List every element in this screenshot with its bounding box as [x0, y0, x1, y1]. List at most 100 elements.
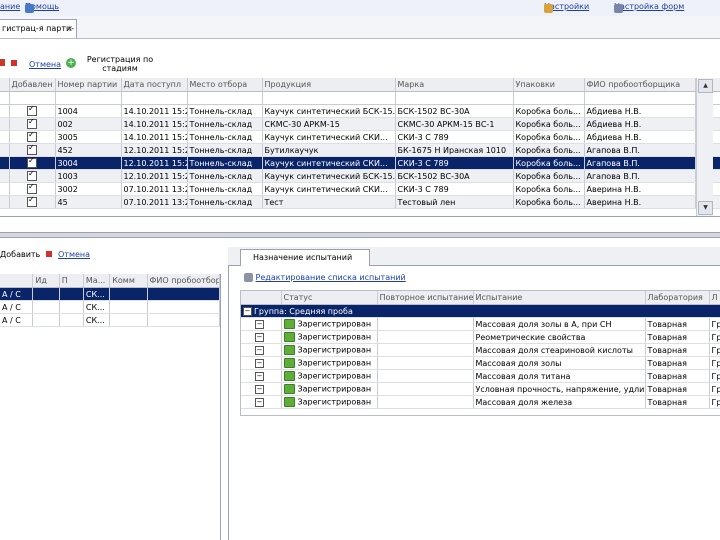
batch-number-cell[interactable]: 1003: [55, 169, 122, 183]
filter-cell[interactable]: [121, 91, 188, 105]
sample-cell-c[interactable]: [59, 287, 84, 301]
sample-cell-d[interactable]: СК...: [83, 300, 111, 314]
horizontal-splitter[interactable]: [0, 232, 720, 238]
col-header-sampler-name[interactable]: ФИО пробоотборщ...: [147, 274, 220, 288]
col-header-test[interactable]: Испытание: [473, 291, 646, 305]
date-cell[interactable]: 14.10.2011 15:29: [121, 117, 188, 131]
table-row[interactable]: − Зарегистрирован Условная прочность, напр…: [241, 382, 720, 396]
sampler-name-cell[interactable]: Абдиева Н.В.: [584, 117, 696, 131]
packaging-cell[interactable]: Коробка боль...: [513, 117, 585, 131]
date-cell[interactable]: 07.10.2011 13:29: [121, 195, 188, 209]
sample-cell-c[interactable]: [59, 300, 84, 314]
test-cell[interactable]: Массовая доля стеариновой кислоты: [473, 343, 646, 357]
status-cell[interactable]: Зарегистрирован: [281, 369, 378, 383]
row-expander-cell[interactable]: −: [241, 317, 282, 331]
col-header-laboratory[interactable]: Лаборатория: [645, 291, 710, 305]
collapse-icon[interactable]: −: [243, 306, 252, 316]
repeat-test-cell[interactable]: [377, 356, 474, 370]
added-checkbox[interactable]: [27, 131, 37, 142]
l-cell[interactable]: Гр: [709, 395, 720, 409]
sample-cell-d[interactable]: СК...: [83, 287, 111, 301]
group-row[interactable]: − Группа: Средняя проба: [241, 304, 720, 318]
add-sample-button[interactable]: Добавить: [0, 250, 40, 259]
test-cell[interactable]: Массовая доля железа: [473, 395, 646, 409]
cancel-sample-link[interactable]: Отмена: [58, 250, 90, 259]
table-row[interactable]: 4507.10.2011 13:29Тоннель-складТестТесто…: [0, 195, 720, 209]
repeat-test-cell[interactable]: [377, 330, 474, 344]
filter-cell[interactable]: [55, 91, 122, 105]
sample-cell-d[interactable]: СК...: [83, 313, 111, 327]
l-cell[interactable]: Гр: [709, 369, 720, 383]
repeat-test-cell[interactable]: [377, 317, 474, 331]
row-expander-cell[interactable]: −: [241, 356, 282, 370]
product-cell[interactable]: Каучук синтетический СКИ...: [262, 182, 396, 196]
row-indicator[interactable]: [0, 195, 10, 209]
col-header-batch-number[interactable]: Номер партии: [55, 78, 122, 92]
status-cell[interactable]: Зарегистрирован: [281, 395, 378, 409]
sample-cell-a[interactable]: А / С: [0, 300, 34, 314]
place-cell[interactable]: Тоннель-склад: [187, 117, 263, 131]
added-checkbox[interactable]: [27, 157, 37, 168]
scroll-down-icon[interactable]: ▼: [698, 201, 713, 215]
edit-tests-list-link[interactable]: Редактирование списка испытаний: [256, 273, 406, 282]
grade-cell[interactable]: СКИ-3 С 789: [395, 130, 514, 144]
sampler-name-cell[interactable]: Агапова В.П.: [584, 156, 696, 170]
table-row[interactable]: А / С СК...: [0, 313, 220, 327]
row-expander-cell[interactable]: −: [241, 330, 282, 344]
col-header[interactable]: [241, 291, 282, 305]
date-cell[interactable]: 12.10.2011 15:29: [121, 169, 188, 183]
cut-icon[interactable]: [0, 59, 5, 66]
laboratory-cell[interactable]: Товарная: [645, 356, 710, 370]
row-expander-cell[interactable]: −: [241, 395, 282, 409]
delete-icon[interactable]: [46, 251, 52, 257]
added-checkbox[interactable]: [27, 170, 37, 181]
repeat-test-cell[interactable]: [377, 382, 474, 396]
added-checkbox-cell[interactable]: [9, 195, 56, 209]
added-checkbox[interactable]: [27, 118, 37, 129]
packaging-cell[interactable]: Коробка боль...: [513, 195, 585, 209]
row-indicator[interactable]: [0, 117, 10, 131]
settings-menu[interactable]: Настройки: [544, 2, 589, 13]
filter-cell[interactable]: [584, 91, 696, 105]
place-cell[interactable]: Тоннель-склад: [187, 195, 263, 209]
place-cell[interactable]: Тоннель-склад: [187, 143, 263, 157]
add-circle-icon[interactable]: +: [66, 58, 76, 68]
product-cell[interactable]: СКМС-30 АРКМ-15: [262, 117, 396, 131]
expand-icon[interactable]: −: [255, 397, 264, 407]
l-cell[interactable]: Гр: [709, 382, 720, 396]
sample-cell-b[interactable]: [32, 300, 60, 314]
sampler-name-cell[interactable]: Аверина Н.В.: [584, 182, 696, 196]
test-cell[interactable]: Массовая доля золы: [473, 356, 646, 370]
added-checkbox-cell[interactable]: [9, 104, 56, 118]
status-cell[interactable]: Зарегистрирован: [281, 382, 378, 396]
place-cell[interactable]: Тоннель-склад: [187, 182, 263, 196]
l-cell[interactable]: Гр: [709, 356, 720, 370]
test-cell[interactable]: Условная прочность, напряжение, удлинени…: [473, 382, 646, 396]
vertical-scrollbar[interactable]: ▲ ▼: [696, 78, 713, 216]
product-cell[interactable]: Каучук синтетический СКИ...: [262, 130, 396, 144]
l-cell[interactable]: Гр: [709, 330, 720, 344]
sample-cell-f[interactable]: [147, 287, 220, 301]
laboratory-cell[interactable]: Товарная: [645, 330, 710, 344]
added-checkbox[interactable]: [27, 105, 37, 116]
repeat-test-cell[interactable]: [377, 395, 474, 409]
repeat-test-cell[interactable]: [377, 369, 474, 383]
packaging-cell[interactable]: Коробка боль...: [513, 143, 585, 157]
date-cell[interactable]: 12.10.2011 15:29: [121, 156, 188, 170]
col-header-l[interactable]: Л: [709, 291, 720, 305]
expand-icon[interactable]: −: [255, 345, 264, 355]
date-cell[interactable]: 07.10.2011 13:29: [121, 182, 188, 196]
row-indicator[interactable]: [0, 130, 10, 144]
l-cell[interactable]: Гр: [709, 343, 720, 357]
test-cell[interactable]: Массовая доля золы в А, при СН: [473, 317, 646, 331]
place-cell[interactable]: Тоннель-склад: [187, 156, 263, 170]
product-cell[interactable]: Бутилкаучук: [262, 143, 396, 157]
table-row[interactable]: 100312.10.2011 15:29Тоннель-складКаучук …: [0, 169, 720, 183]
row-indicator[interactable]: [0, 104, 10, 118]
grade-cell[interactable]: СКМС-30 АРКМ-15 ВС-1: [395, 117, 514, 131]
sampler-name-cell[interactable]: Абдиева Н.В.: [584, 104, 696, 118]
sample-cell-f[interactable]: [147, 300, 220, 314]
table-row[interactable]: − Зарегистрирован Массовая доля золы в А, …: [241, 317, 720, 331]
row-expander-cell[interactable]: −: [241, 369, 282, 383]
sampler-name-cell[interactable]: Агапова В.П.: [584, 143, 696, 157]
